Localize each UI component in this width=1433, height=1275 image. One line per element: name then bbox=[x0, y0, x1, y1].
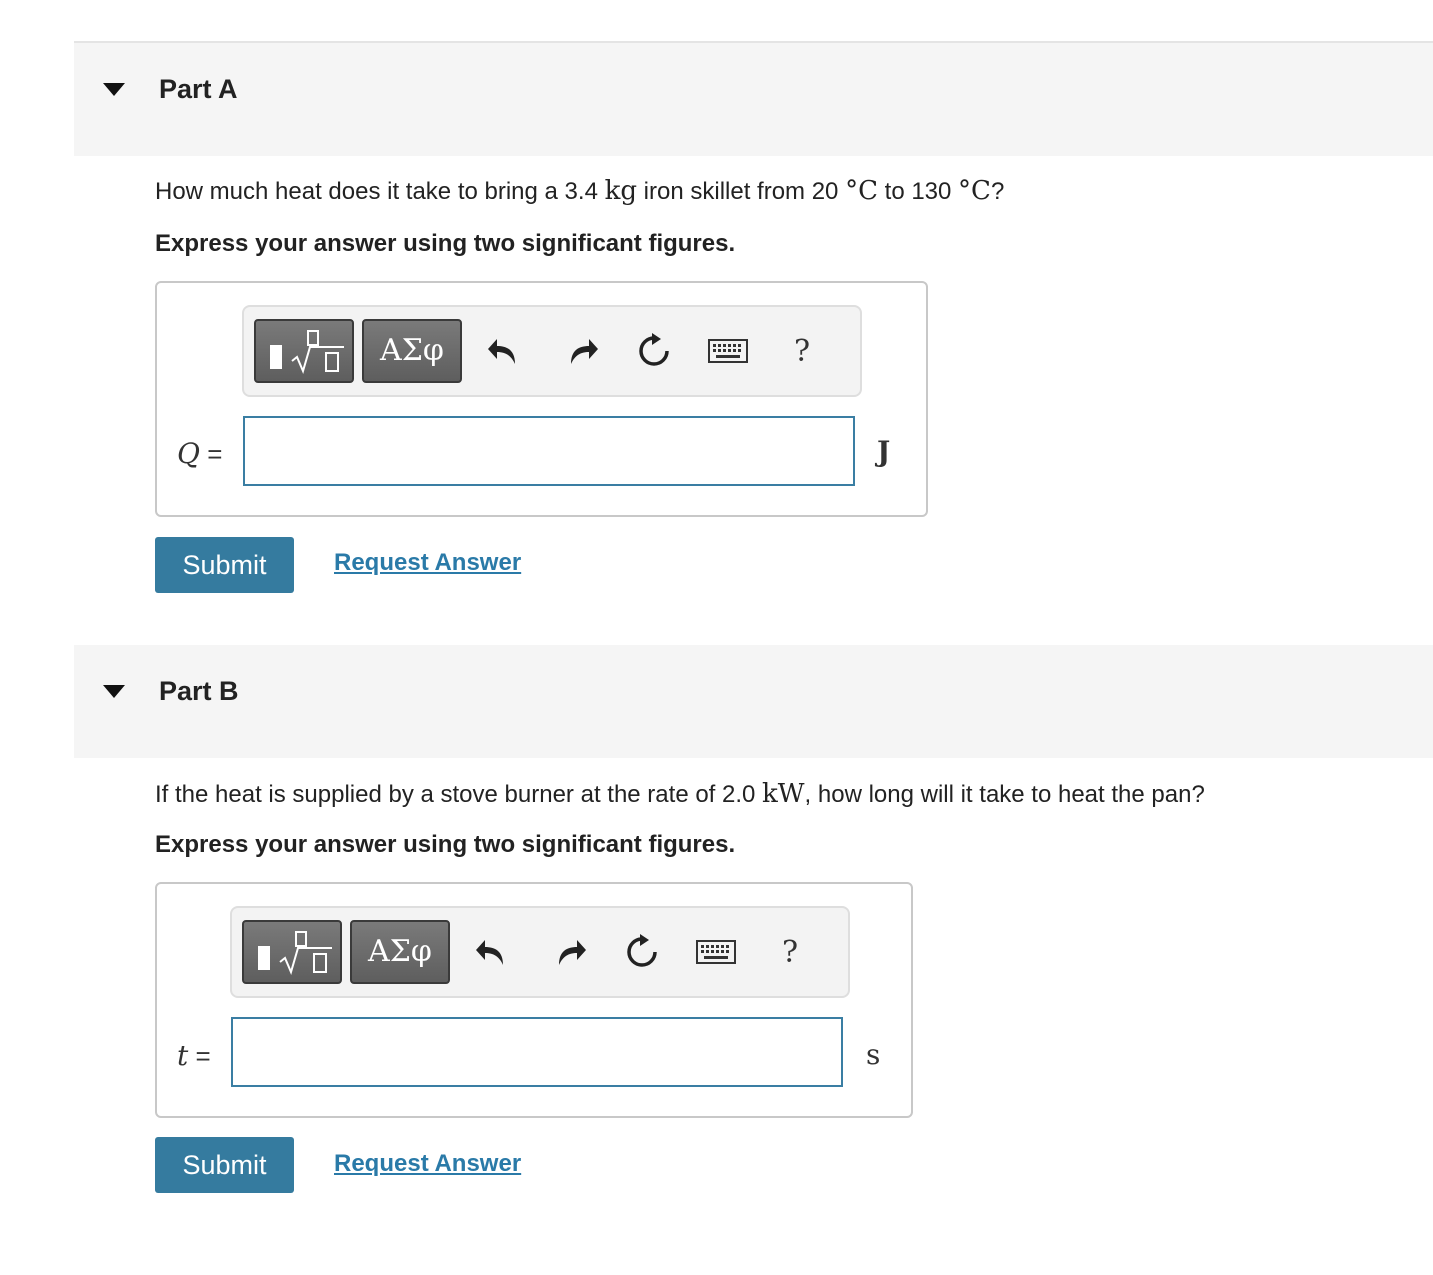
part-b-answer-box: ΑΣφ ? t = s bbox=[155, 882, 913, 1118]
equals-sign: = bbox=[188, 1041, 211, 1071]
equals-sign: = bbox=[199, 439, 223, 469]
cursor-block-icon bbox=[270, 345, 282, 369]
redo-icon[interactable] bbox=[548, 930, 592, 974]
collapse-toggle-icon[interactable] bbox=[103, 685, 125, 698]
math-toolbar: ΑΣφ ? bbox=[230, 906, 850, 998]
part-a-title: Part A bbox=[159, 74, 238, 104]
variable-label: Q = bbox=[177, 437, 222, 470]
submit-button[interactable]: Submit bbox=[155, 1137, 294, 1193]
question-unit: °C bbox=[958, 176, 991, 206]
reset-icon[interactable] bbox=[632, 329, 676, 373]
undo-icon[interactable] bbox=[470, 930, 514, 974]
question-unit: kg bbox=[604, 176, 637, 206]
request-answer-link[interactable]: Request Answer bbox=[334, 549, 521, 577]
question-text: If the heat is supplied by a stove burne… bbox=[155, 781, 763, 808]
keyboard-icon[interactable] bbox=[694, 930, 738, 974]
greek-symbols-button[interactable]: ΑΣφ bbox=[362, 319, 462, 383]
question-text: , how long will it take to heat the pan? bbox=[804, 781, 1205, 808]
radical-icon bbox=[291, 330, 344, 374]
templates-button[interactable] bbox=[254, 319, 354, 383]
greek-symbols-button[interactable]: ΑΣφ bbox=[350, 920, 450, 984]
part-b-instruction: Express your answer using two significan… bbox=[155, 831, 736, 858]
part-b-title: Part B bbox=[159, 676, 239, 706]
variable-label: t = bbox=[177, 1039, 211, 1072]
question-text: to 130 bbox=[877, 178, 959, 205]
redo-icon[interactable] bbox=[560, 329, 604, 373]
part-a-header[interactable]: Part A bbox=[74, 43, 1433, 156]
answer-input[interactable] bbox=[243, 416, 855, 486]
variable-symbol: t bbox=[177, 1039, 189, 1072]
help-button[interactable]: ? bbox=[768, 930, 812, 974]
undo-icon[interactable] bbox=[482, 329, 526, 373]
part-a-instruction: Express your answer using two significan… bbox=[155, 230, 736, 257]
keyboard-icon[interactable] bbox=[706, 329, 750, 373]
collapse-toggle-icon[interactable] bbox=[103, 83, 125, 96]
part-b-question: If the heat is supplied by a stove burne… bbox=[155, 779, 1205, 809]
part-b-header[interactable]: Part B bbox=[74, 645, 1433, 758]
unit-label: J bbox=[877, 435, 891, 468]
math-toolbar: ΑΣφ ? bbox=[242, 305, 862, 397]
variable-symbol: Q bbox=[177, 437, 200, 470]
radical-icon bbox=[279, 931, 332, 975]
request-answer-link[interactable]: Request Answer bbox=[334, 1150, 521, 1178]
answer-input[interactable] bbox=[231, 1017, 843, 1087]
part-a-answer-box: ΑΣφ ? Q = J bbox=[155, 281, 928, 517]
question-text: ? bbox=[990, 178, 1005, 205]
question-text: iron skillet from 20 bbox=[637, 178, 846, 205]
question-unit: kW bbox=[762, 779, 805, 809]
question-text: How much heat does it take to bring a 3.… bbox=[155, 178, 605, 205]
submit-button[interactable]: Submit bbox=[155, 537, 294, 593]
templates-button[interactable] bbox=[242, 920, 342, 984]
reset-icon[interactable] bbox=[620, 930, 664, 974]
part-a-question: How much heat does it take to bring a 3.… bbox=[155, 176, 1004, 206]
unit-label: s bbox=[866, 1038, 881, 1071]
question-unit: °C bbox=[845, 176, 878, 206]
help-button[interactable]: ? bbox=[780, 329, 824, 373]
cursor-block-icon bbox=[258, 946, 270, 970]
